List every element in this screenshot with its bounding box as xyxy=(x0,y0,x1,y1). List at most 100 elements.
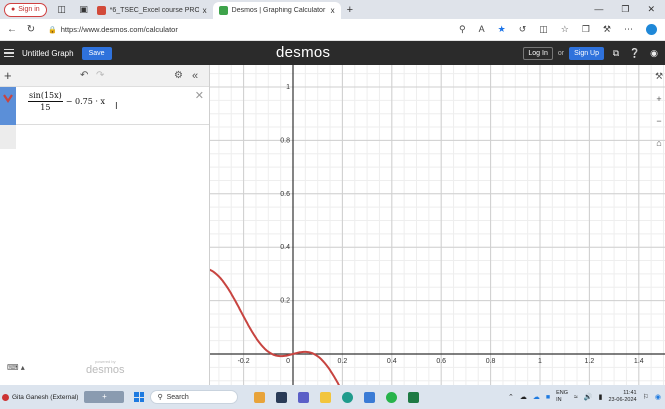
x-tick-label: 0.6 xyxy=(436,358,446,365)
graph-tools: ⚒ + − ⌂ xyxy=(653,65,665,148)
expression-rest: − 0.75 · x xyxy=(65,97,105,106)
tab-close-icon[interactable]: x xyxy=(331,6,335,15)
undo-icon[interactable]: ↶ xyxy=(80,70,88,81)
tab-actions-icon[interactable]: ▣ xyxy=(77,3,91,17)
split-screen-icon[interactable]: ◫ xyxy=(539,24,548,35)
x-tick-label: 0.4 xyxy=(387,358,397,365)
taskbar-apps xyxy=(254,391,420,403)
zoom-icon[interactable]: ⚲ xyxy=(459,24,466,35)
more-icon[interactable]: ⋯ xyxy=(624,24,633,35)
close-window-icon[interactable]: ✕ xyxy=(647,4,655,15)
graph-title[interactable]: Untitled Graph xyxy=(22,49,74,58)
favorite-star-icon[interactable]: ★ xyxy=(498,24,506,35)
search-label: Search xyxy=(166,393,189,401)
new-tab-button[interactable]: + xyxy=(347,4,353,16)
desmos-favicon-icon xyxy=(218,6,228,15)
store-icon[interactable] xyxy=(364,391,376,403)
y-tick-label: 1 xyxy=(286,84,290,91)
excel-icon[interactable] xyxy=(408,391,420,403)
taskbar-search[interactable]: ⚲ Search xyxy=(150,390,239,404)
tab-title: *6_TSEC_Excel course PROJECT ( xyxy=(109,7,199,14)
origin-label: 0 xyxy=(286,358,290,365)
x-tick-label: 0.8 xyxy=(486,358,496,365)
expression-toolbar: + ↶ ↷ ⚙ « xyxy=(0,65,209,87)
new-desktop-button[interactable]: + xyxy=(84,391,125,403)
edge-icon[interactable] xyxy=(342,391,354,403)
fraction-denominator: 15 xyxy=(40,103,51,112)
help-icon[interactable]: ❔ xyxy=(628,48,642,59)
expression-tab[interactable] xyxy=(0,87,16,125)
search-icon: ⚲ xyxy=(157,394,163,401)
restore-icon[interactable]: ❐ xyxy=(621,4,629,15)
expression-math[interactable]: sin(15x) 15 − 0.75 · x xyxy=(28,91,105,112)
keyboard-toggle-icon[interactable]: ⌨ ▴ xyxy=(7,363,25,372)
zoom-out-icon[interactable]: − xyxy=(656,116,661,126)
minimize-icon[interactable]: — xyxy=(594,4,603,15)
workspaces-icon[interactable]: ◫ xyxy=(55,3,69,17)
tab-excel-project[interactable]: *6_TSEC_Excel course PROJECT ( x xyxy=(91,2,213,19)
widgets-icon[interactable] xyxy=(254,391,266,403)
onedrive-icon[interactable]: ☁ xyxy=(533,393,540,401)
notification-icon[interactable]: ⚐ xyxy=(643,393,649,401)
system-tray: ⌃ ☁ ☁ ■ ENG IN ≈ 🔊 ▮ 11:41 23-06-2024 ⚐ … xyxy=(508,390,661,404)
desmos-header: Untitled Graph Save desmos Log In or Sig… xyxy=(0,41,665,65)
cloud-icon[interactable]: ☁ xyxy=(520,393,527,401)
browser-toolbar-icons: ⚲ A ★ ↺ ◫ ☆ ❐ ⚒ ⋯ xyxy=(459,24,657,35)
x-tick-label: 0.2 xyxy=(338,358,348,365)
gear-icon[interactable]: ⚙ xyxy=(174,70,183,81)
expression-row[interactable]: sin(15x) 15 − 0.75 · x I ✕ xyxy=(0,87,209,125)
task-view-icon[interactable] xyxy=(276,391,288,403)
home-icon[interactable]: ⌂ xyxy=(656,138,661,148)
window-controls: — ❐ ✕ xyxy=(594,4,655,15)
wifi-icon[interactable]: ≈ xyxy=(574,394,578,401)
refresh-page-icon[interactable]: ↺ xyxy=(519,24,527,35)
graph-canvas[interactable]: -0.2 0.2 0.4 0.6 0.8 1 1.2 1.4 0.2 0.4 0.6 0.8 1 0 xyxy=(210,65,665,385)
delete-expression-icon[interactable]: ✕ xyxy=(195,89,204,102)
curve-color-icon[interactable] xyxy=(3,93,13,103)
empty-expression-row[interactable] xyxy=(0,125,209,149)
windows-start-icon[interactable] xyxy=(134,392,145,402)
tab-close-icon[interactable]: x xyxy=(203,6,207,15)
graph-area[interactable]: -0.2 0.2 0.4 0.6 0.8 1 1.2 1.4 0.2 0.4 0.6 0.8 1 0 ⚒ … xyxy=(210,65,665,385)
extensions-icon[interactable]: ⚒ xyxy=(603,24,611,35)
login-button[interactable]: Log In xyxy=(523,46,553,60)
refresh-icon[interactable]: ↻ xyxy=(24,24,38,35)
chevron-up-icon[interactable]: ⌃ xyxy=(508,393,514,401)
x-tick-label: 1.2 xyxy=(585,358,595,365)
globe-icon[interactable]: ◉ xyxy=(647,48,661,59)
signup-button[interactable]: Sign Up xyxy=(569,46,604,60)
teams-icon[interactable] xyxy=(298,391,310,403)
clock[interactable]: 11:41 23-06-2024 xyxy=(608,390,636,404)
add-expression-button[interactable]: + xyxy=(4,68,12,83)
header-actions: Log In or Sign Up ⧉ ❔ ◉ xyxy=(523,46,661,60)
browser-signin-button[interactable]: ● Sign in xyxy=(4,2,47,17)
expression-tab xyxy=(0,125,16,149)
app-tray-icon[interactable]: ■ xyxy=(546,394,550,401)
read-aloud-icon[interactable]: A xyxy=(479,24,485,35)
zoom-in-icon[interactable]: + xyxy=(656,94,661,104)
copilot-taskbar-icon[interactable]: ◉ xyxy=(655,393,661,401)
y-tick-label: 0.6 xyxy=(280,191,290,198)
wrench-icon[interactable]: ⚒ xyxy=(655,71,663,82)
file-explorer-icon[interactable] xyxy=(320,391,332,403)
favorites-icon[interactable]: ☆ xyxy=(561,24,569,35)
fraction-numerator: sin(15x) xyxy=(28,91,63,102)
url-field[interactable]: 🔒 https://www.desmos.com/calculator xyxy=(48,25,459,34)
share-icon[interactable]: ⧉ xyxy=(609,48,623,59)
battery-icon[interactable]: ▮ xyxy=(599,393,603,401)
back-icon[interactable]: ← xyxy=(5,24,19,35)
y-tick-label: 0.8 xyxy=(280,137,290,144)
menu-icon[interactable] xyxy=(4,48,14,58)
redo-icon[interactable]: ↷ xyxy=(96,70,104,81)
copilot-icon[interactable] xyxy=(646,24,657,35)
powered-by-desmos: powered by desmos xyxy=(86,359,125,376)
whatsapp-icon[interactable] xyxy=(386,391,398,403)
volume-icon[interactable]: 🔊 xyxy=(584,393,593,401)
tab-desmos[interactable]: Desmos | Graphing Calculator x xyxy=(212,2,341,19)
or-label: or xyxy=(557,49,565,57)
taskbar-user[interactable]: Gita Ganesh (External) xyxy=(2,393,78,401)
save-button[interactable]: Save xyxy=(81,46,112,60)
language-indicator[interactable]: ENG IN xyxy=(556,390,568,404)
collections-icon[interactable]: ❐ xyxy=(582,24,590,35)
collapse-panel-icon[interactable]: « xyxy=(192,70,198,82)
